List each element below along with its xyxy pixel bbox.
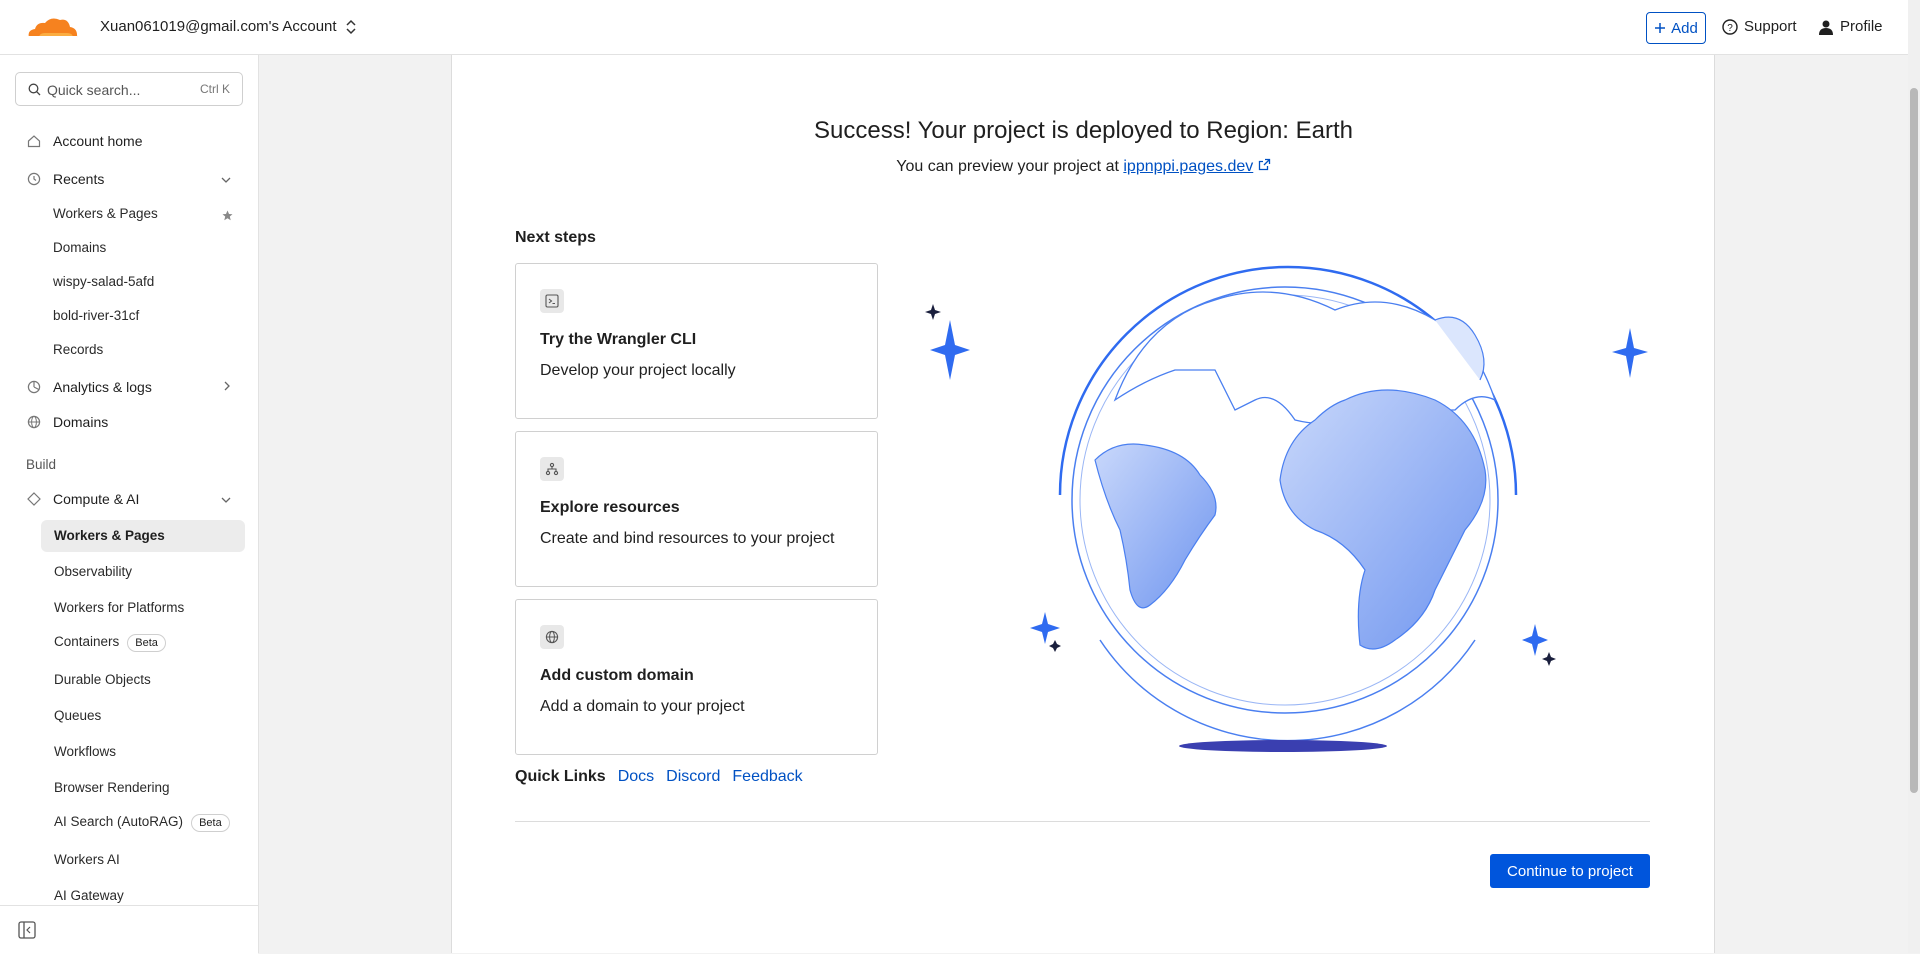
section-build: Build [26,457,57,472]
collapse-sidebar-icon[interactable] [18,921,36,939]
beta-badge: Beta [191,814,230,832]
recent-item[interactable]: Domains [53,240,106,255]
step-title: Try the Wrangler CLI [540,331,697,348]
quick-links: Quick Links Docs Discord Feedback [515,768,803,786]
sidebar-item-ai-search[interactable]: AI Search (AutoRAG) Beta [54,814,230,832]
sidebar-label: Containers [54,634,120,649]
step-desc: Add a domain to your project [540,698,745,715]
divider [515,821,1650,822]
step-title: Add custom domain [540,667,694,684]
diamond-icon [27,492,41,506]
search-shortcut: Ctrl K [200,82,230,96]
user-icon [1819,20,1833,35]
sidebar-item-analytics[interactable]: Analytics & logs [27,379,152,395]
clock-icon [27,172,41,186]
sidebar-item-recents[interactable]: Recents [27,171,104,187]
sidebar-item-queues[interactable]: Queues [54,708,101,723]
search-icon [28,83,41,96]
sidebar-label: Account home [53,133,143,149]
chevron-right-icon[interactable] [223,380,231,392]
preview-text: You can preview your project at [896,158,1119,175]
step-desc: Create and bind resources to your projec… [540,530,835,547]
sidebar-item-compute-ai[interactable]: Compute & AI [27,491,139,507]
continue-to-project-button[interactable]: Continue to project [1490,854,1650,888]
top-bar: Xuan061019@gmail.com's Account Add ? Sup… [0,0,1908,55]
sidebar-item-containers[interactable]: Containers Beta [54,634,166,652]
preview-line: You can preview your project at ippnppi.… [259,158,1908,176]
next-steps-heading: Next steps [515,229,596,246]
sidebar-item-durable-objects[interactable]: Durable Objects [54,672,151,687]
step-card-domain[interactable]: Add custom domain Add a domain to your p… [515,599,878,755]
sidebar-label: Domains [53,414,109,430]
chevron-down-icon[interactable] [220,176,232,184]
globe-icon [27,415,41,429]
sidebar-item-observability[interactable]: Observability [54,564,132,579]
external-link-icon[interactable] [1258,158,1271,171]
hierarchy-icon [540,457,564,481]
sidebar-item-workers-platforms[interactable]: Workers for Platforms [54,600,184,615]
support-label: Support [1744,18,1797,35]
add-label: Add [1671,19,1698,37]
sidebar-label: Recents [53,171,105,187]
help-circle-icon: ? [1722,18,1738,35]
cloudflare-logo[interactable] [25,14,79,42]
continue-label: Continue to project [1507,862,1633,880]
star-icon[interactable] [222,210,233,221]
success-headline: Success! Your project is deployed to Reg… [814,117,1353,144]
recent-item[interactable]: Records [53,342,103,357]
step-title: Explore resources [540,499,680,516]
step-card-resources[interactable]: Explore resources Create and bind resour… [515,431,878,587]
globe-illustration [925,265,1648,752]
sidebar: Quick search... Ctrl K Account home Rece… [0,55,259,954]
quick-links-label: Quick Links [515,768,606,785]
plus-icon [1655,23,1666,33]
discord-link[interactable]: Discord [666,768,720,786]
scrollbar-thumb[interactable] [1910,88,1918,793]
step-desc: Develop your project locally [540,362,736,379]
recent-item[interactable]: wispy-salad-5afd [53,274,154,289]
beta-badge: Beta [127,634,166,652]
sidebar-item-browser-rendering[interactable]: Browser Rendering [54,780,170,795]
terminal-icon [540,289,564,313]
sidebar-footer [0,905,258,954]
add-button[interactable]: Add [1646,12,1706,44]
recent-item[interactable]: bold-river-31cf [53,308,139,323]
quick-search-input[interactable]: Quick search... Ctrl K [15,72,243,106]
search-placeholder: Quick search... [47,82,141,98]
recent-item[interactable]: Workers & Pages [53,206,158,221]
chart-pie-icon [27,380,41,394]
account-name[interactable]: Xuan061019@gmail.com's Account [100,18,337,35]
sidebar-item-ai-gateway[interactable]: AI Gateway [54,888,124,903]
step-card-wrangler[interactable]: Try the Wrangler CLI Develop your projec… [515,263,878,419]
profile-label: Profile [1840,18,1883,35]
globe-icon [540,625,564,649]
preview-link[interactable]: ippnppi.pages.dev [1123,158,1253,175]
feedback-link[interactable]: Feedback [732,768,802,786]
support-link[interactable]: ? Support [1722,18,1797,35]
profile-link[interactable]: Profile [1818,18,1883,35]
sidebar-item-domains[interactable]: Domains [27,414,108,430]
home-icon [27,135,41,148]
docs-link[interactable]: Docs [618,768,654,786]
sidebar-item-account-home[interactable]: Account home [27,133,143,149]
sidebar-item-workflows[interactable]: Workflows [54,744,116,759]
chevron-down-icon[interactable] [220,496,232,504]
account-switch-icon[interactable] [344,17,358,37]
sidebar-label: Analytics & logs [53,379,152,395]
sidebar-label: Compute & AI [53,491,140,507]
svg-text:?: ? [1727,23,1733,34]
sidebar-label: AI Search (AutoRAG) [54,814,184,829]
sidebar-item-workers-pages[interactable]: Workers & Pages [54,528,165,543]
sidebar-item-workers-ai[interactable]: Workers AI [54,852,120,867]
